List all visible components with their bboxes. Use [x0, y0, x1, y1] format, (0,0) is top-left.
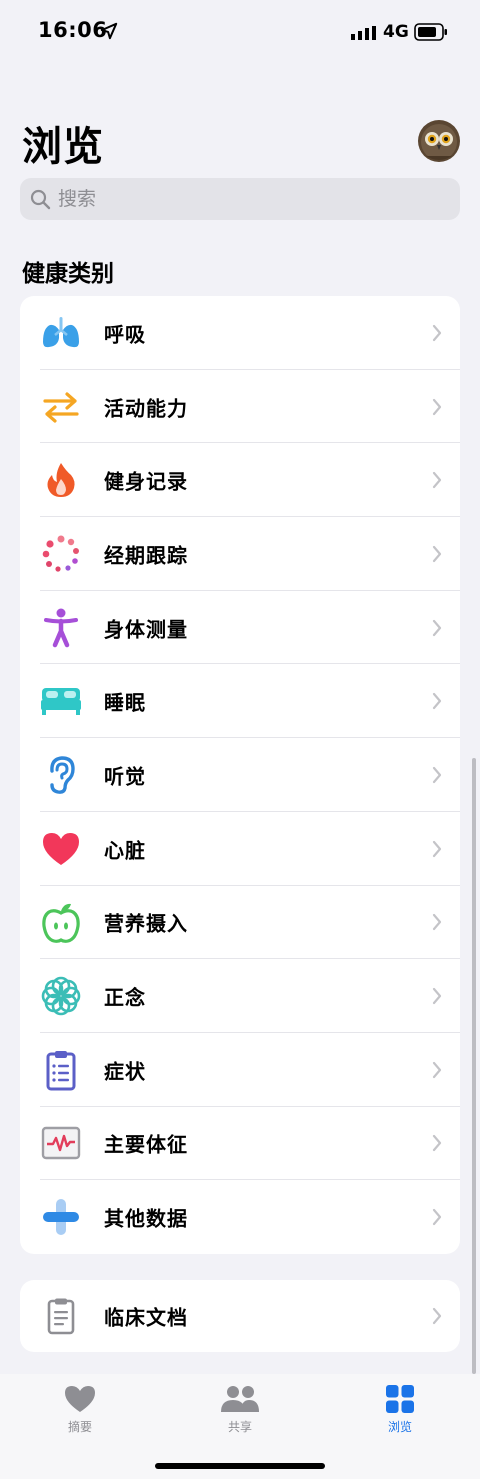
tab-label: 摘要 — [67, 1420, 92, 1434]
scroll-indicator[interactable] — [472, 758, 476, 1374]
chevron-right-icon — [432, 766, 442, 784]
section-title: 健康类别 — [22, 261, 114, 287]
category-row-hearing[interactable]: 听觉 — [20, 738, 460, 812]
clinical-documents-label: 临床文档 — [104, 1305, 188, 1330]
category-label: 正念 — [104, 985, 146, 1010]
avatar[interactable] — [418, 120, 460, 162]
apple-icon — [40, 901, 82, 944]
tab-label: 浏览 — [387, 1420, 412, 1434]
chevron-right-icon — [432, 1307, 442, 1325]
category-label: 听觉 — [104, 764, 146, 789]
chevron-right-icon — [432, 398, 442, 415]
mindfulness-flower-icon — [40, 975, 82, 1017]
category-label: 身体测量 — [104, 617, 188, 642]
chevron-right-icon — [432, 1208, 442, 1226]
search-input[interactable] — [58, 178, 448, 220]
tab-label: 共享 — [227, 1420, 252, 1434]
arrows-swap-icon — [40, 386, 82, 428]
health-categories-list: 呼吸 活动能力 健身记录 经期跟踪 身体测量 睡眠 听觉 心脏 营养摄入 正念 … — [20, 296, 460, 1254]
search-bar[interactable] — [20, 178, 460, 220]
category-row-vitals[interactable]: 主要体征 — [20, 1107, 460, 1181]
chevron-right-icon — [432, 472, 442, 489]
chevron-right-icon — [432, 840, 442, 857]
ear-icon — [40, 754, 82, 796]
signal-icon — [351, 26, 376, 40]
flame-icon — [40, 459, 82, 501]
category-label: 营养摄入 — [104, 911, 188, 936]
chevron-right-icon — [432, 987, 442, 1005]
category-row-other-data[interactable]: 其他数据 — [20, 1180, 460, 1254]
category-label: 活动能力 — [104, 396, 188, 421]
document-icon — [40, 1295, 82, 1337]
clipboard-icon — [40, 1049, 82, 1091]
network-type: 4G — [383, 22, 409, 42]
category-row-activity[interactable]: 健身记录 — [20, 443, 460, 518]
location-arrow-icon — [100, 22, 118, 40]
clinical-documents-row[interactable]: 临床文档 — [20, 1280, 460, 1352]
category-row-nutrition[interactable]: 营养摄入 — [20, 886, 460, 960]
figure-icon — [40, 607, 82, 649]
category-label: 症状 — [104, 1059, 146, 1084]
category-label: 其他数据 — [104, 1206, 188, 1231]
tab-browse[interactable]: 浏览 — [360, 1384, 440, 1444]
plus-cross-icon — [40, 1196, 82, 1238]
category-row-body-measurements[interactable]: 身体测量 — [20, 591, 460, 665]
category-label: 呼吸 — [104, 322, 146, 347]
category-row-mobility[interactable]: 活动能力 — [20, 370, 460, 444]
chevron-right-icon — [432, 545, 442, 563]
category-label: 睡眠 — [104, 690, 146, 715]
clinical-documents-card: 临床文档 — [20, 1280, 460, 1352]
category-row-heart[interactable]: 心脏 — [20, 812, 460, 886]
category-row-mindfulness[interactable]: 正念 — [20, 959, 460, 1033]
tab-sharing[interactable]: 共享 — [200, 1384, 280, 1444]
page-title: 浏览 — [22, 124, 104, 170]
chevron-right-icon — [432, 1135, 442, 1152]
status-bar: 16:06 4G — [0, 0, 480, 64]
chevron-right-icon — [432, 1061, 442, 1078]
chevron-right-icon — [432, 914, 442, 931]
chevron-right-icon — [432, 693, 442, 710]
vitals-monitor-icon — [40, 1122, 82, 1164]
category-row-sleep[interactable]: 睡眠 — [20, 664, 460, 739]
lungs-icon — [40, 312, 82, 354]
status-time: 16:06 — [38, 18, 108, 42]
category-row-respiratory[interactable]: 呼吸 — [20, 296, 460, 370]
grid-icon — [386, 1385, 414, 1413]
chevron-right-icon — [432, 324, 442, 341]
battery-icon — [414, 23, 447, 41]
search-icon — [30, 189, 51, 210]
owl-avatar-icon — [418, 120, 460, 162]
bed-icon — [40, 680, 82, 722]
home-indicator[interactable] — [155, 1463, 325, 1469]
category-label: 健身记录 — [104, 469, 188, 494]
category-label: 心脏 — [104, 838, 146, 863]
heart-tab-icon — [65, 1386, 95, 1412]
people-icon — [221, 1386, 259, 1412]
category-row-cycle-tracking[interactable]: 经期跟踪 — [20, 517, 460, 591]
heart-icon — [40, 828, 82, 870]
category-label: 主要体征 — [104, 1132, 188, 1157]
category-label: 经期跟踪 — [104, 543, 188, 568]
chevron-right-icon — [432, 619, 442, 636]
cycle-dots-icon — [40, 533, 82, 575]
tab-summary[interactable]: 摘要 — [40, 1384, 120, 1444]
category-row-symptoms[interactable]: 症状 — [20, 1033, 460, 1107]
